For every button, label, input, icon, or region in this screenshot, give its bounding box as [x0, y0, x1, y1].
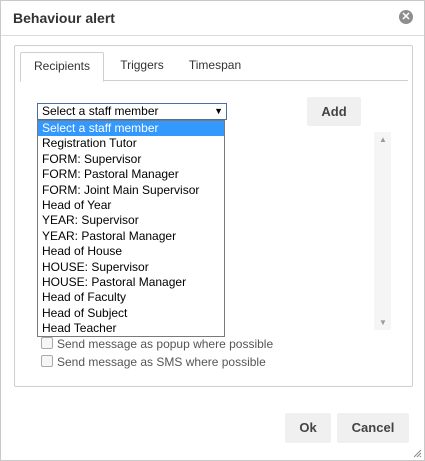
staff-member-select[interactable]: Select a staff member ▼ — [37, 103, 227, 120]
staff-option[interactable]: Registration Tutor — [38, 136, 224, 151]
dialog-titlebar: Behaviour alert ✕ — [1, 1, 424, 36]
staff-select-value: Select a staff member — [42, 104, 159, 118]
staff-option[interactable]: Head Teacher — [38, 321, 224, 336]
staff-option[interactable]: Head of Year — [38, 198, 224, 213]
popup-option-label: Send message as popup where possible — [57, 337, 274, 351]
staff-option[interactable]: Select a staff member — [38, 121, 224, 137]
sms-option-label: Send message as SMS where possible — [57, 355, 266, 369]
add-button[interactable]: Add — [307, 97, 361, 126]
staff-option[interactable]: Head of Faculty — [38, 290, 224, 305]
resize-grip-icon[interactable] — [412, 448, 422, 458]
popup-checkbox[interactable] — [41, 337, 53, 349]
sms-checkbox[interactable] — [41, 355, 53, 367]
staff-option[interactable]: FORM: Supervisor — [38, 152, 224, 167]
dialog-title: Behaviour alert — [13, 10, 115, 26]
staff-option[interactable]: YEAR: Supervisor — [38, 213, 224, 228]
staff-option[interactable]: FORM: Pastoral Manager — [38, 167, 224, 182]
tab-timespan[interactable]: Timespan — [182, 52, 248, 78]
staff-option[interactable]: FORM: Joint Main Supervisor — [38, 183, 224, 198]
tab-bar: Recipients Triggers Timespan — [20, 52, 408, 82]
recipients-list-scrollbar[interactable]: ▲ ▼ — [374, 132, 391, 330]
tab-panel: Recipients Triggers Timespan Select a st… — [14, 45, 413, 387]
staff-option[interactable]: HOUSE: Pastoral Manager — [38, 275, 224, 290]
staff-option[interactable]: HOUSE: Supervisor — [38, 260, 224, 275]
tab-recipients[interactable]: Recipients — [20, 52, 104, 82]
scroll-up-icon[interactable]: ▲ — [379, 135, 387, 144]
behaviour-alert-dialog: Behaviour alert ✕ Recipients Triggers Ti… — [0, 0, 425, 461]
staff-option[interactable]: Head of House — [38, 244, 224, 259]
staff-member-dropdown-list: Select a staff member Registration Tutor F… — [37, 120, 225, 338]
sms-option-row: Send message as SMS where possible — [41, 355, 266, 371]
cancel-button[interactable]: Cancel — [337, 413, 409, 443]
close-icon[interactable]: ✕ — [399, 10, 413, 24]
scroll-down-icon[interactable]: ▼ — [379, 318, 387, 327]
dropdown-arrow-icon: ▼ — [214, 106, 223, 116]
staff-option[interactable]: YEAR: Pastoral Manager — [38, 229, 224, 244]
staff-option[interactable]: Head of Subject — [38, 306, 224, 321]
ok-button[interactable]: Ok — [285, 413, 331, 443]
tab-triggers[interactable]: Triggers — [112, 52, 172, 78]
popup-option-row: Send message as popup where possible — [41, 337, 273, 353]
